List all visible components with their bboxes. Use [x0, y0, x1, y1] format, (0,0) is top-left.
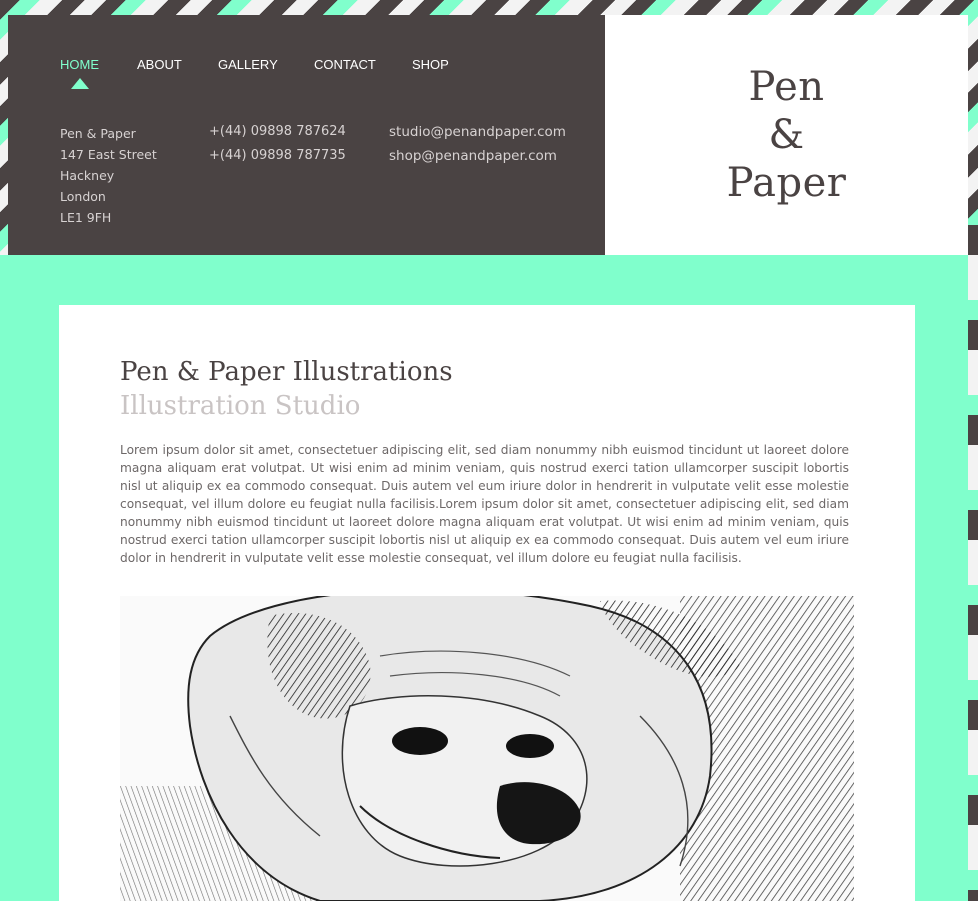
logo-line: Paper: [726, 160, 847, 206]
logo-line: Pen: [748, 64, 825, 110]
address-line: 147 East Street: [60, 147, 157, 162]
active-nav-indicator-icon: [71, 78, 89, 89]
email-block: studio@penandpaper.com shop@penandpaper.…: [389, 120, 566, 168]
site-logo[interactable]: Pen & Paper: [727, 63, 847, 207]
nav-gallery[interactable]: GALLERY: [218, 57, 278, 72]
nav-contact[interactable]: CONTACT: [314, 57, 376, 72]
nav-home[interactable]: HOME: [60, 57, 99, 72]
logo-line: &: [768, 112, 805, 158]
phone-block: +(44) 09898 787624 +(44) 09898 787735: [209, 120, 346, 168]
intro-paragraph: Lorem ipsum dolor sit amet, consectetuer…: [120, 443, 849, 565]
content-card: Pen & Paper Illustrations Illustration S…: [59, 305, 915, 901]
address-block: Pen & Paper 147 East Street Hackney Lond…: [60, 123, 157, 228]
nav-about[interactable]: ABOUT: [137, 57, 182, 72]
bulldog-illustration: [120, 596, 854, 901]
nav-shop[interactable]: SHOP: [412, 57, 449, 72]
address-line: Pen & Paper: [60, 126, 136, 141]
email-studio[interactable]: studio@penandpaper.com: [389, 120, 566, 144]
phone-number: +(44) 09898 787735: [209, 148, 346, 163]
page-subtitle: Illustration Studio: [120, 391, 361, 421]
header-bar: HOME ABOUT GALLERY CONTACT SHOP Pen & Pa…: [8, 15, 605, 255]
page-title: Pen & Paper Illustrations: [120, 357, 453, 387]
address-line: Hackney: [60, 168, 115, 183]
email-shop[interactable]: shop@penandpaper.com: [389, 144, 566, 168]
address-line: London: [60, 189, 106, 204]
logo-panel: Pen & Paper: [605, 15, 968, 255]
decorative-stripe-right: [968, 225, 978, 901]
phone-number: +(44) 09898 787624: [209, 124, 346, 139]
address-line: LE1 9FH: [60, 210, 112, 225]
